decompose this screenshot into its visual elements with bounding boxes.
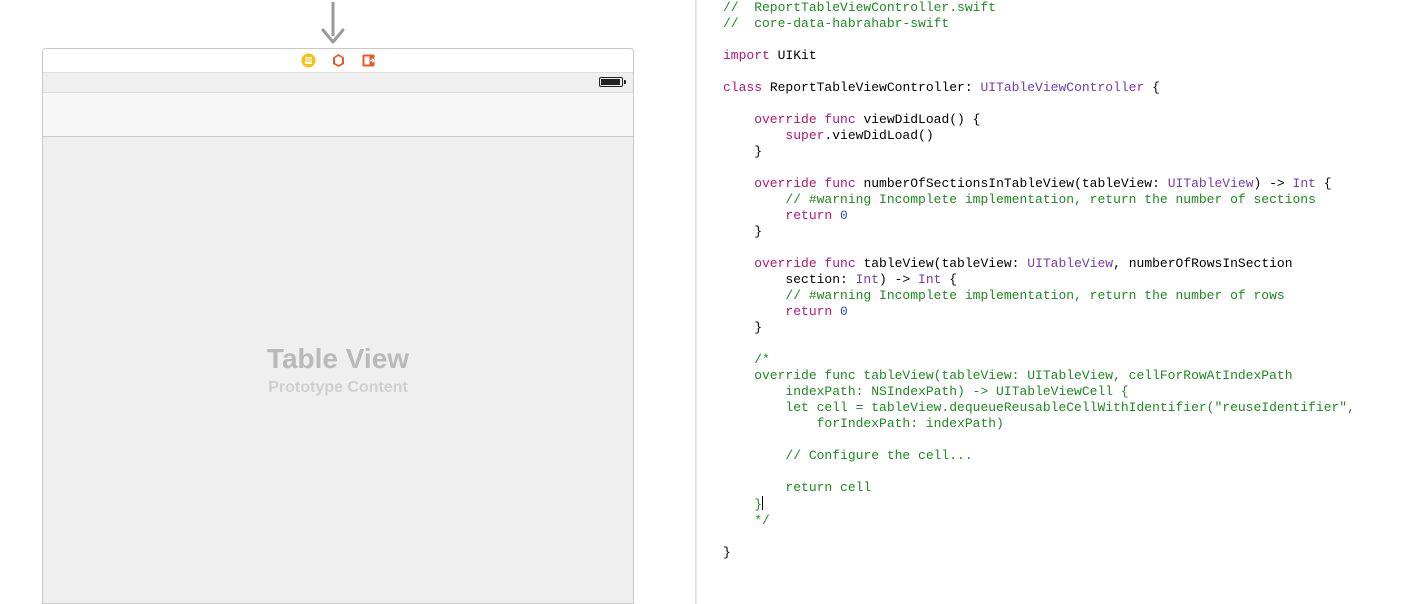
scene-frame[interactable]: Table View Prototype Content <box>42 48 634 604</box>
code-token: , numberOfRowsInSection <box>1113 256 1292 271</box>
code-token: class <box>723 80 762 95</box>
code-token: { <box>1144 80 1160 95</box>
text-cursor <box>762 496 763 510</box>
code-token: { <box>941 272 957 287</box>
code-token: Int <box>1293 176 1316 191</box>
code-token: UIKit <box>770 48 817 63</box>
code-token: override <box>723 176 817 191</box>
tableview-title-label: Table View <box>267 343 409 375</box>
code-line: // Configure the cell... <box>723 448 973 463</box>
code-token: } <box>723 320 762 335</box>
code-line: indexPath: NSIndexPath) -> UITableViewCe… <box>723 384 1129 399</box>
code-token: func <box>817 176 856 191</box>
code-token: UITableView <box>1168 176 1254 191</box>
code-token: { <box>1316 176 1332 191</box>
code-token: } <box>723 144 762 159</box>
code-token: func <box>817 112 856 127</box>
code-line: /* <box>723 352 770 367</box>
source-editor[interactable]: // ReportTableViewController.swift // co… <box>697 0 1406 604</box>
code-line: // #warning Incomplete implementation, r… <box>723 192 1316 207</box>
code-line: } <box>723 545 731 560</box>
code-token: Int <box>918 272 941 287</box>
code-token: override <box>723 256 817 271</box>
code-token: UITableViewController <box>980 80 1144 95</box>
code-line: // core-data-habrahabr-swift <box>723 16 949 31</box>
code-line: override func tableView(tableView: UITab… <box>723 368 1293 383</box>
first-responder-icon[interactable] <box>330 53 346 69</box>
code-token: } <box>723 224 762 239</box>
code-token: func <box>817 256 856 271</box>
tableview-subtitle-label: Prototype Content <box>268 379 408 397</box>
code-token: ) -> <box>1254 176 1293 191</box>
interface-builder-canvas[interactable]: Table View Prototype Content <box>0 0 695 604</box>
code-line: } <box>723 497 762 512</box>
exit-icon[interactable] <box>360 53 376 69</box>
view-controller-icon[interactable] <box>300 53 316 69</box>
code-token: 0 <box>832 304 848 319</box>
code-token: override <box>723 112 817 127</box>
code-token: viewDidLoad() { <box>856 112 981 127</box>
code-line: return cell <box>723 480 871 495</box>
code-line: forIndexPath: indexPath) <box>723 416 1004 431</box>
code-token: ) -> <box>879 272 918 287</box>
battery-icon <box>599 77 623 87</box>
code-token: super <box>723 128 824 143</box>
code-token: Int <box>856 272 879 287</box>
code-token: 0 <box>832 208 848 223</box>
code-token: tableView(tableView: <box>856 256 1028 271</box>
code-token: .viewDidLoad() <box>824 128 933 143</box>
code-token: section: <box>723 272 856 287</box>
code-line: // #warning Incomplete implementation, r… <box>723 288 1285 303</box>
initial-view-controller-arrow-icon <box>315 0 351 50</box>
code-line: let cell = tableView.dequeueReusableCell… <box>723 400 1355 415</box>
code-token: return <box>723 304 832 319</box>
code-line: */ <box>723 513 770 528</box>
table-view-placeholder[interactable]: Table View Prototype Content <box>43 137 633 603</box>
code-token: import <box>723 48 770 63</box>
code-token: return <box>723 208 832 223</box>
code-token: ReportTableViewController: <box>762 80 980 95</box>
scene-dock <box>43 49 633 73</box>
code-token: UITableView <box>1027 256 1113 271</box>
status-bar <box>43 73 633 93</box>
navigation-bar[interactable] <box>43 93 633 137</box>
code-line: // ReportTableViewController.swift <box>723 0 996 15</box>
code-token: numberOfSectionsInTableView(tableView: <box>856 176 1168 191</box>
